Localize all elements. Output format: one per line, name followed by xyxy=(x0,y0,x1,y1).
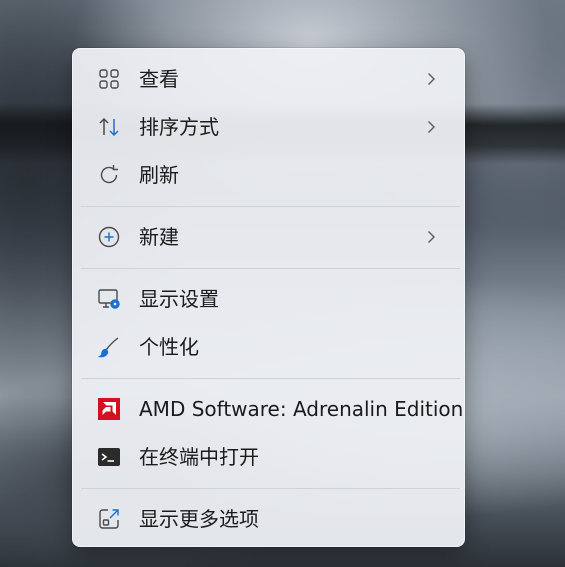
display-settings-icon xyxy=(97,287,121,311)
menu-item-label: 刷新 xyxy=(139,163,179,187)
menu-separator xyxy=(81,488,460,489)
menu-item-label: 排序方式 xyxy=(139,115,219,139)
menu-item-label: 在终端中打开 xyxy=(139,445,259,469)
sort-arrows-icon xyxy=(97,115,121,139)
menu-item-show-more-options[interactable]: 显示更多选项 xyxy=(77,497,460,541)
chevron-right-icon xyxy=(424,72,438,86)
menu-item-new[interactable]: 新建 xyxy=(77,215,460,259)
menu-separator xyxy=(81,206,460,207)
brush-icon xyxy=(97,335,121,359)
new-plus-circle-icon xyxy=(97,225,121,249)
menu-item-view[interactable]: 查看 xyxy=(77,57,460,101)
menu-item-label: 个性化 xyxy=(139,335,199,359)
menu-item-display-settings[interactable]: 显示设置 xyxy=(77,277,460,321)
menu-item-label: 新建 xyxy=(139,225,179,249)
menu-item-label: 查看 xyxy=(139,67,179,91)
menu-item-sort-by[interactable]: 排序方式 xyxy=(77,105,460,149)
chevron-right-icon xyxy=(424,120,438,134)
menu-item-label: 显示更多选项 xyxy=(139,507,259,531)
desktop-context-menu: 查看 排序方式 刷新 新建 显示设置 个性化 AMD Software: Adr… xyxy=(72,48,465,547)
menu-item-label: 显示设置 xyxy=(139,287,219,311)
menu-separator xyxy=(81,268,460,269)
menu-item-refresh[interactable]: 刷新 xyxy=(77,153,460,197)
menu-item-personalize[interactable]: 个性化 xyxy=(77,325,460,369)
menu-item-label: AMD Software: Adrenalin Edition xyxy=(139,397,464,421)
chevron-right-icon xyxy=(424,230,438,244)
show-more-options-icon xyxy=(97,507,121,531)
amd-logo-icon xyxy=(97,397,121,421)
menu-item-amd-software[interactable]: AMD Software: Adrenalin Edition xyxy=(77,387,464,431)
menu-item-open-in-terminal[interactable]: 在终端中打开 xyxy=(77,435,460,479)
grid-view-icon xyxy=(97,67,121,91)
menu-separator xyxy=(81,378,460,379)
terminal-icon xyxy=(97,445,121,469)
refresh-icon xyxy=(97,163,121,187)
